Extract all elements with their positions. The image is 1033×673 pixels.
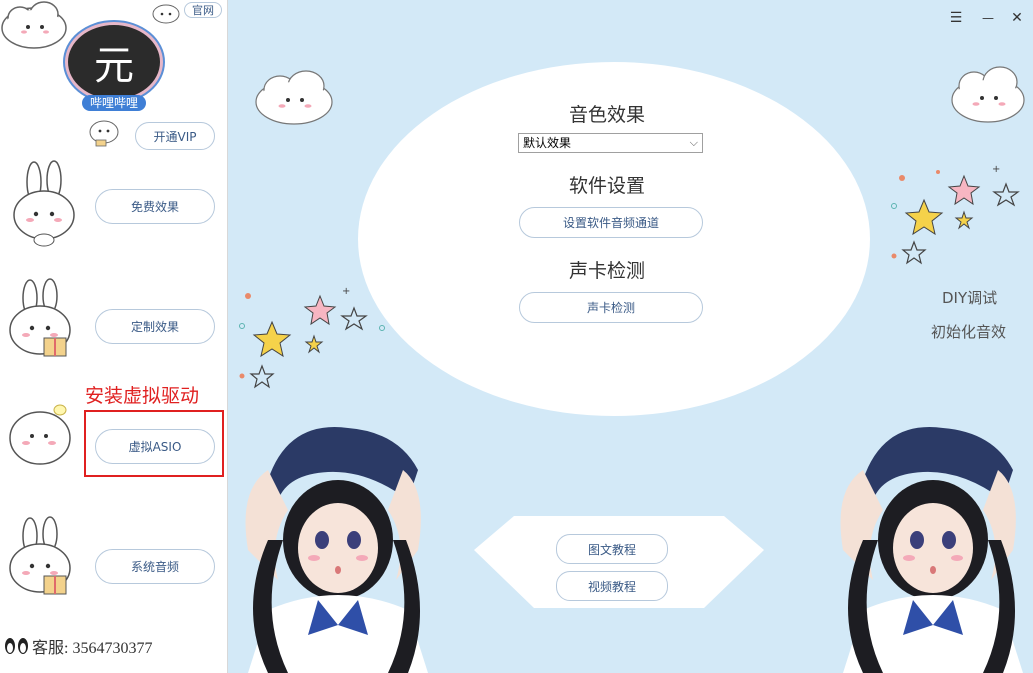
software-settings-title: 软件设置	[568, 175, 645, 197]
bunny-lying-icon	[9, 404, 71, 465]
main-panel: ☰ — ✕ + + 音色效果 默认效果 ⌵ 软件设置 设置软件音频通道 声卡检测…	[228, 0, 1033, 673]
video-tutorial-button[interactable]: 视频教程	[556, 571, 668, 601]
set-audio-channel-button[interactable]: 设置软件音频通道	[519, 207, 703, 238]
bunny-sticker-icon	[13, 160, 75, 247]
svg-text:+: +	[342, 286, 350, 297]
penguin-icon	[5, 638, 28, 654]
soundcard-check-button[interactable]: 声卡检测	[519, 292, 703, 323]
customer-service[interactable]: 客服: 3564730377	[4, 634, 152, 658]
avatar-char: 元	[94, 43, 134, 89]
customer-service-text: 客服: 3564730377	[32, 640, 153, 657]
bunny-gift-icon	[9, 278, 71, 357]
tone-effect-select[interactable]: 默认效果 ⌵	[518, 133, 703, 153]
init-effect-link[interactable]: 初始化音效	[931, 321, 1006, 342]
stars-decoration-icon: +	[239, 286, 385, 389]
sidebar-item-virtual-asio[interactable]: 虚拟ASIO	[95, 429, 215, 464]
cloud-sticker-icon	[1, 1, 67, 49]
sidebar-item-custom-effects[interactable]: 定制效果	[95, 309, 215, 344]
cloud-sticker-icon-right	[951, 66, 1025, 123]
stars-decoration-icon-right: +	[891, 164, 1020, 265]
minimize-button[interactable]: —	[978, 8, 998, 28]
app-window: 官网 元 哔哩哔哩 开通VIP 免费效果 定制效果 安装虚拟驱动 虚拟ASIO …	[0, 0, 1033, 673]
bunny-small-icon	[152, 4, 180, 24]
nickname-badge: 哔哩哔哩	[82, 95, 146, 111]
puppy-icon	[89, 120, 119, 147]
open-vip-button[interactable]: 开通VIP	[135, 122, 215, 150]
tone-effect-value: 默认效果	[523, 136, 572, 150]
close-button[interactable]: ✕	[1007, 8, 1027, 28]
anime-girl-illustration-right	[840, 427, 1023, 673]
menu-button[interactable]: ☰	[946, 8, 966, 28]
text-tutorial-button[interactable]: 图文教程	[556, 534, 668, 564]
avatar[interactable]: 元	[65, 22, 163, 102]
official-site-button[interactable]: 官网	[184, 2, 222, 18]
cloud-sticker-icon	[255, 70, 333, 125]
diy-debug-link[interactable]: DIY调试	[942, 287, 997, 308]
anime-girl-illustration	[245, 427, 428, 673]
sidebar-item-system-audio[interactable]: 系统音频	[95, 549, 215, 584]
sidebar: 官网 元 哔哩哔哩 开通VIP 免费效果 定制效果 安装虚拟驱动 虚拟ASIO …	[0, 0, 228, 673]
install-driver-annotation: 安装虚拟驱动	[85, 385, 200, 407]
bunny-gift-icon-2	[9, 516, 71, 595]
tone-effect-title: 音色效果	[568, 104, 645, 126]
soundcard-title: 声卡检测	[568, 260, 645, 282]
sidebar-item-free-effects[interactable]: 免费效果	[95, 189, 215, 224]
chevron-down-icon: ⌵	[689, 136, 698, 149]
svg-text:+: +	[992, 164, 1000, 175]
